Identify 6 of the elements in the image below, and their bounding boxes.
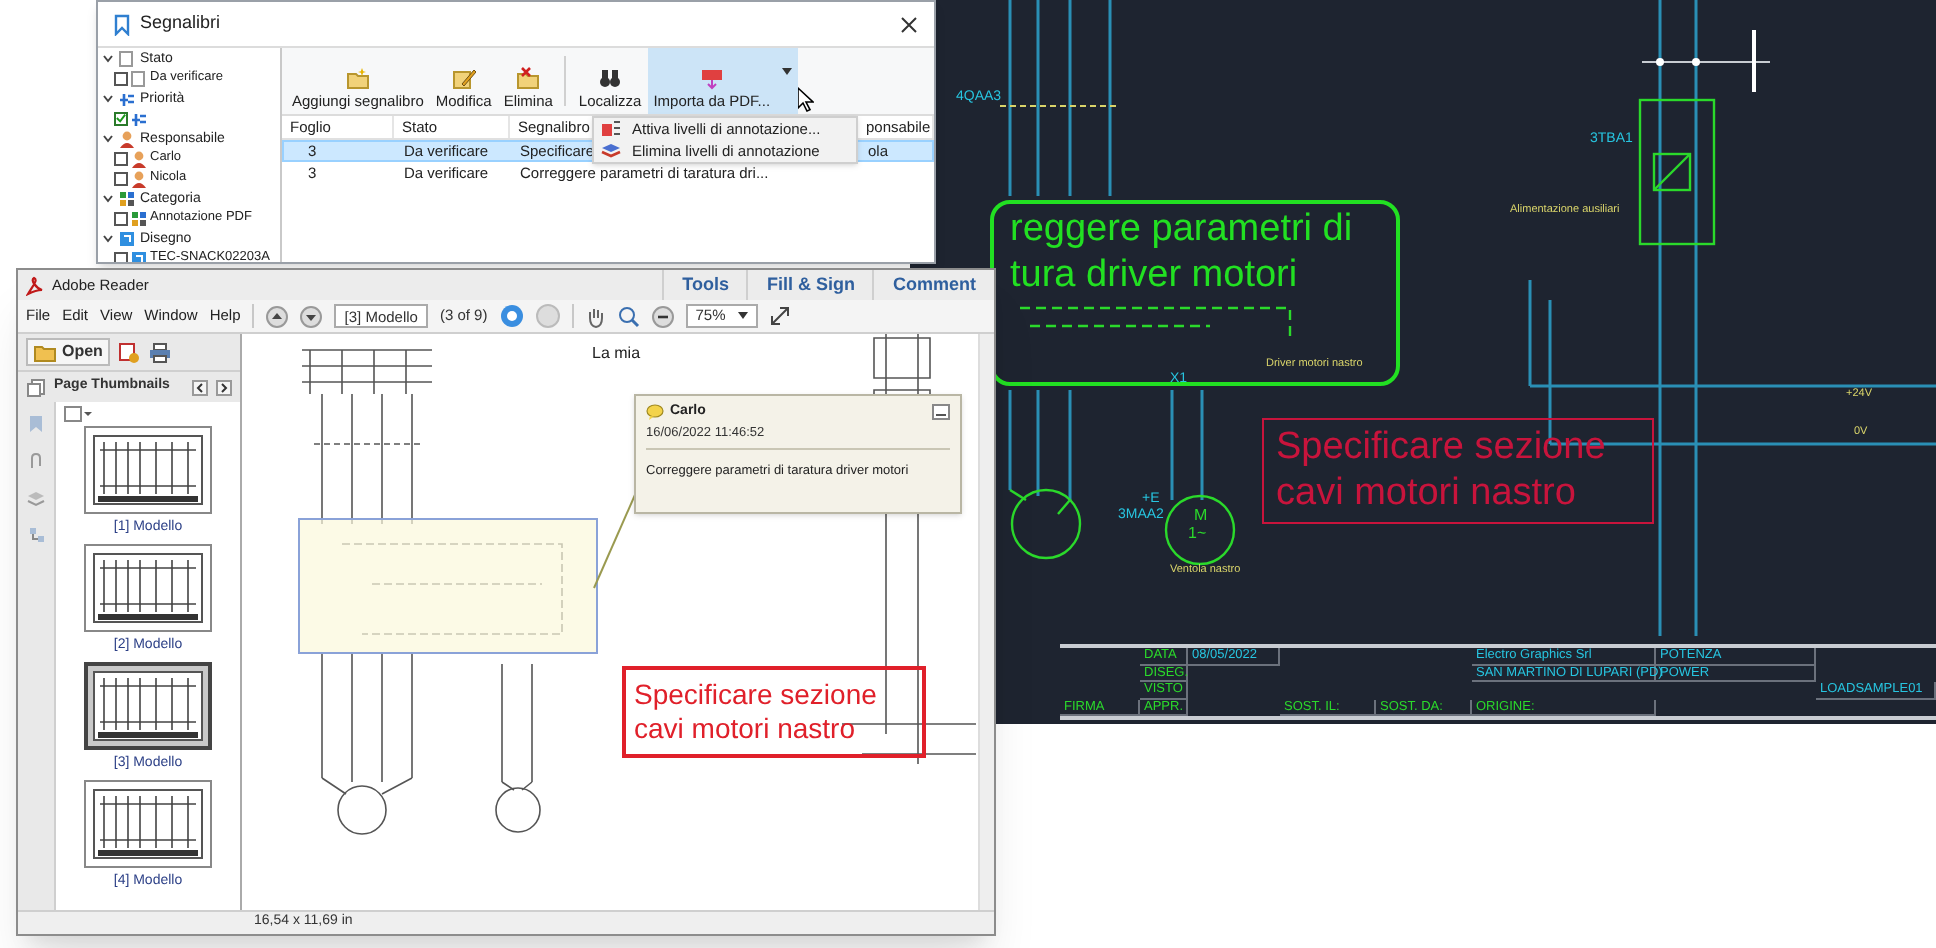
page-heading: La mia (592, 342, 641, 366)
window-title: Segnalibri (140, 10, 221, 37)
annotation-note: Specificare sezione cavi motori nastro (1262, 418, 1654, 524)
drawing-label: M (1194, 508, 1208, 524)
annotation-note: Specificare sezione cavi motori nastro (622, 666, 926, 758)
drawing-label: 1~ (1188, 526, 1207, 542)
